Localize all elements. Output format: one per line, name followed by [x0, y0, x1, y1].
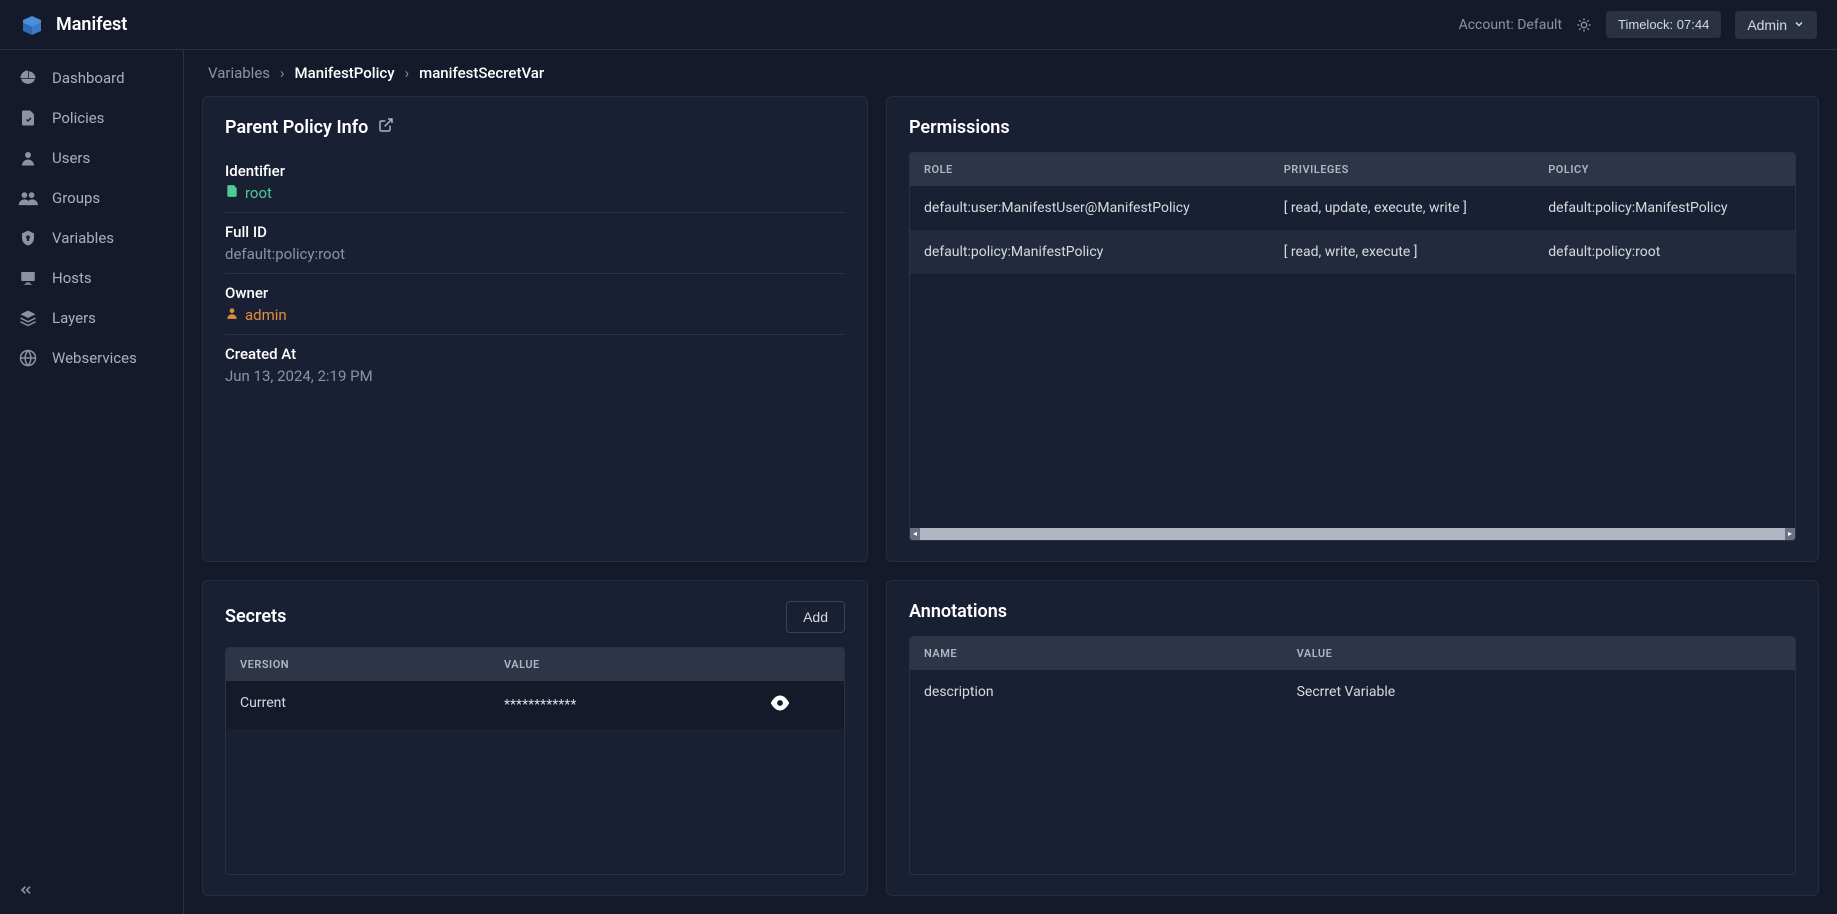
theme-toggle-icon[interactable] [1576, 17, 1592, 33]
cell-role: default:user:ManifestUser@ManifestPolicy [924, 200, 1284, 216]
created-label: Created At [225, 345, 845, 363]
users-icon [18, 148, 38, 168]
policy-icon [225, 184, 239, 202]
secrets-table: VERSION VALUE Current ************ [225, 647, 845, 876]
chevron-right-icon: › [405, 64, 410, 82]
table-row[interactable]: Current ************ [226, 681, 844, 729]
cell-policy: default:policy:root [1548, 244, 1781, 260]
col-header-value: VALUE [504, 658, 830, 671]
permissions-card: Permissions ROLE PRIVILEGES POLICY defau… [886, 96, 1819, 562]
owner-value: admin [245, 306, 287, 324]
add-secret-button[interactable]: Add [786, 601, 845, 633]
identifier-value: root [245, 184, 272, 202]
horizontal-scrollbar[interactable]: ◂ ▸ [910, 528, 1795, 540]
col-header-value: VALUE [1297, 647, 1781, 660]
annotations-table: NAME VALUE description Secrret Variable [909, 636, 1796, 876]
cell-privileges: [ read, write, execute ] [1284, 244, 1549, 260]
sidebar-item-hosts[interactable]: Hosts [0, 258, 183, 298]
cell-privileges: [ read, update, execute, write ] [1284, 200, 1549, 216]
annotations-card: Annotations NAME VALUE description Secrr… [886, 580, 1819, 897]
cell-role: default:policy:ManifestPolicy [924, 244, 1284, 260]
table-row[interactable]: description Secrret Variable [910, 670, 1795, 714]
card-title: Permissions [909, 117, 1010, 138]
table-row[interactable]: default:policy:ManifestPolicy [ read, wr… [910, 230, 1795, 274]
card-title: Secrets [225, 606, 286, 627]
layers-icon [18, 308, 38, 328]
col-header-policy: POLICY [1548, 163, 1781, 176]
cell-value: Secrret Variable [1297, 684, 1781, 700]
cell-version: Current [240, 695, 504, 715]
col-header-version: VERSION [240, 658, 504, 671]
logo-icon [20, 13, 44, 37]
sidebar-item-label: Webservices [52, 349, 137, 367]
breadcrumb: Variables › ManifestPolicy › manifestSec… [184, 50, 1837, 96]
timelock-button[interactable]: Timelock: 07:44 [1606, 11, 1721, 38]
chevron-down-icon [1793, 17, 1805, 33]
cell-value: ************ [504, 697, 576, 713]
col-header-privileges: PRIVILEGES [1284, 163, 1549, 176]
sidebar-collapse-button[interactable] [0, 870, 183, 914]
sidebar-item-label: Hosts [52, 269, 92, 287]
app-brand[interactable]: Manifest [20, 13, 127, 37]
sidebar-item-label: Variables [52, 229, 114, 247]
user-icon [225, 306, 239, 324]
sidebar-item-label: Groups [52, 189, 100, 207]
breadcrumb-policy[interactable]: ManifestPolicy [295, 64, 395, 82]
card-title: Annotations [909, 601, 1007, 622]
hosts-icon [18, 268, 38, 288]
scroll-right-icon[interactable]: ▸ [1785, 528, 1795, 540]
sidebar-item-dashboard[interactable]: Dashboard [0, 58, 183, 98]
fullid-value: default:policy:root [225, 245, 845, 263]
sidebar-item-label: Dashboard [52, 69, 125, 87]
chevron-double-left-icon [18, 886, 34, 902]
groups-icon [18, 188, 38, 208]
app-name: Manifest [56, 14, 127, 35]
sidebar-item-label: Users [52, 149, 90, 167]
account-label: Account: Default [1459, 17, 1562, 33]
identifier-link[interactable]: root [225, 184, 272, 202]
chevron-right-icon: › [280, 64, 285, 82]
sidebar-item-groups[interactable]: Groups [0, 178, 183, 218]
fullid-label: Full ID [225, 223, 845, 241]
table-row[interactable]: default:user:ManifestUser@ManifestPolicy… [910, 186, 1795, 230]
owner-link[interactable]: admin [225, 306, 287, 324]
cell-name: description [924, 684, 1297, 700]
user-menu-button[interactable]: Admin [1735, 11, 1817, 39]
identifier-label: Identifier [225, 162, 845, 180]
secrets-card: Secrets Add VERSION VALUE Current ******… [202, 580, 868, 897]
policies-icon [18, 108, 38, 128]
content: Variables › ManifestPolicy › manifestSec… [184, 50, 1837, 914]
parent-policy-card: Parent Policy Info Identifier [202, 96, 868, 562]
sidebar: Dashboard Policies Users Groups Variable… [0, 50, 184, 914]
cell-policy: default:policy:ManifestPolicy [1548, 200, 1781, 216]
external-link-icon[interactable] [378, 117, 394, 138]
reveal-secret-icon[interactable] [770, 695, 830, 715]
sidebar-item-variables[interactable]: Variables [0, 218, 183, 258]
topbar: Manifest Account: Default Timelock: 07:4… [0, 0, 1837, 50]
dashboard-icon [18, 68, 38, 88]
user-menu-label: Admin [1747, 17, 1787, 33]
sidebar-item-label: Policies [52, 109, 104, 127]
variables-icon [18, 228, 38, 248]
col-header-name: NAME [924, 647, 1297, 660]
permissions-table: ROLE PRIVILEGES POLICY default:user:Mani… [909, 152, 1796, 541]
owner-label: Owner [225, 284, 845, 302]
sidebar-item-label: Layers [52, 309, 96, 327]
scroll-left-icon[interactable]: ◂ [910, 528, 920, 540]
sidebar-item-webservices[interactable]: Webservices [0, 338, 183, 378]
created-value: Jun 13, 2024, 2:19 PM [225, 367, 845, 385]
sidebar-item-policies[interactable]: Policies [0, 98, 183, 138]
sidebar-item-layers[interactable]: Layers [0, 298, 183, 338]
webservices-icon [18, 348, 38, 368]
breadcrumb-current: manifestSecretVar [419, 64, 544, 82]
col-header-role: ROLE [924, 163, 1284, 176]
breadcrumb-variables[interactable]: Variables [208, 64, 270, 82]
card-title: Parent Policy Info [225, 117, 368, 138]
sidebar-item-users[interactable]: Users [0, 138, 183, 178]
